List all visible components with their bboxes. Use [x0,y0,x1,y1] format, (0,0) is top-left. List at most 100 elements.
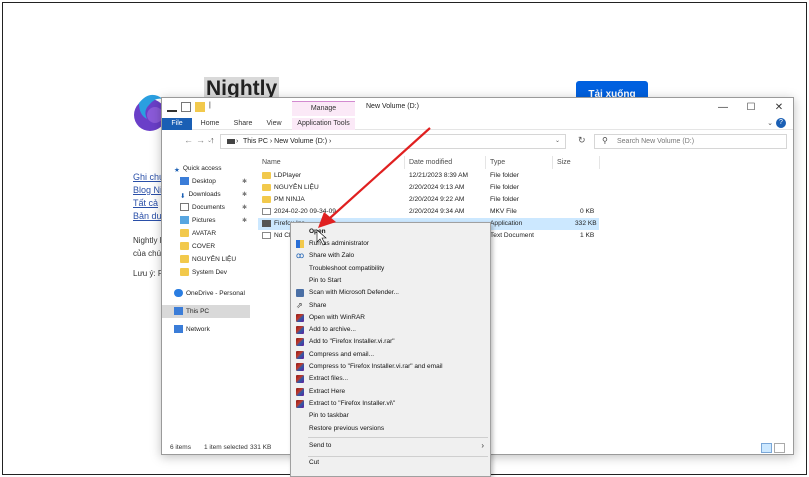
column-separator [485,156,486,169]
tab-home[interactable]: Home [197,118,223,130]
list-item[interactable]: 2024-02-20 09-34-09 2/20/2024 9:34 AM MK… [258,206,599,218]
column-size[interactable]: Size [557,156,571,169]
computer-icon [174,307,183,316]
column-date-modified[interactable]: Date modified [409,156,452,169]
nav-avatar[interactable]: AVATAR [180,227,216,240]
folder-icon [262,171,271,179]
nav-desktop[interactable]: Desktop [180,175,216,188]
winrar-icon [296,400,304,408]
cloud-icon [174,289,183,298]
list-item[interactable]: PM NINJA 2/20/2024 9:22 AM File folder [258,194,599,206]
winrar-icon [296,338,304,346]
shield-icon [296,240,304,248]
nav-nguyen-lieu[interactable]: NGUYÊN LIỆU [180,253,236,266]
folder-icon [180,242,189,251]
menu-item-pin-taskbar[interactable]: Pin to taskbar [291,410,490,422]
link-release-notes[interactable]: Ghi chú [133,172,164,182]
search-icon: ⚲ [602,136,608,145]
chevron-right-icon: › [481,441,484,450]
page-text-2: của chú [133,249,162,258]
menu-item-extract-files[interactable]: Extract files... [291,373,490,385]
tab-file[interactable]: File [162,118,192,130]
menu-item-restore-versions[interactable]: Restore previous versions [291,423,490,435]
title-bar: | Manage New Volume (D:) — ☐ ✕ [162,98,793,118]
winrar-icon [296,388,304,396]
address-bar[interactable]: › This PC › New Volume (D:) › [220,134,566,149]
nav-onedrive[interactable]: OneDrive - Personal [174,287,245,300]
context-menu: Open Run as administrator ꝏ Share with Za… [290,222,491,477]
up-icon[interactable]: ↑ [210,135,215,145]
application-icon [262,219,271,227]
menu-item-open[interactable]: Open [291,226,490,238]
manage-context-tab[interactable]: Manage [292,101,355,116]
text-file-icon [262,231,271,239]
link-builds[interactable]: Bản dụ [133,211,162,221]
page-text-1: Nightly l [133,236,162,245]
menu-item-add-archive[interactable]: Add to archive... [291,324,490,336]
view-toggles [761,443,785,453]
document-icon [180,203,189,212]
menu-item-cut[interactable]: Cut [291,457,490,469]
selection-count: 1 item selected [204,444,248,451]
maximize-button[interactable]: ☐ [737,98,765,118]
pin-icon: ✱ [242,192,248,198]
zalo-icon: ꝏ [296,251,305,260]
nav-cover[interactable]: COVER [180,240,215,253]
help-icon[interactable]: ? [776,118,786,128]
details-view-icon[interactable] [761,443,772,453]
folder-icon [180,229,189,238]
breadcrumb-this-pc[interactable]: This PC [243,138,268,145]
menu-item-extract-to[interactable]: Extract to "Firefox Installer.vi\" [291,398,490,410]
minimize-button[interactable]: — [709,98,737,118]
column-separator [599,156,600,169]
properties-icon[interactable] [181,102,191,112]
nav-this-pc[interactable]: This PC [162,305,250,318]
tab-share[interactable]: Share [230,118,256,130]
tab-view[interactable]: View [262,118,286,130]
new-folder-icon[interactable] [195,102,205,112]
breadcrumb-new-volume[interactable]: New Volume (D:) [274,138,327,145]
back-icon[interactable]: ← [184,135,193,145]
link-all[interactable]: Tất cả [133,198,158,208]
tab-application-tools[interactable]: Application Tools [292,118,355,130]
breadcrumb-sep-0: › [236,138,239,145]
menu-item-troubleshoot[interactable]: Troubleshoot compatibility [291,263,490,275]
app-icon [167,102,177,112]
menu-item-open-winrar[interactable]: Open with WinRAR [291,312,490,324]
page-text-3: Lưu ý: Fi [133,269,165,278]
list-item[interactable]: NGUYÊN LIỆU 2/20/2024 9:13 AM File folde… [258,182,599,194]
expand-ribbon-icon[interactable]: ⌄ [767,119,773,127]
dropdown-icon[interactable]: | [209,102,219,112]
nav-quick-access[interactable]: ★ Quick access [174,162,221,175]
video-file-icon [262,207,271,215]
pc-icon [227,139,235,144]
menu-item-extract-here[interactable]: Extract Here [291,386,490,398]
address-dropdown-icon[interactable]: ⌄ [555,137,560,144]
nav-downloads[interactable]: ⬇ Downloads [180,188,221,201]
search-input[interactable]: Search New Volume (D:) [594,134,787,149]
pin-icon: ✱ [242,205,248,211]
quick-access-toolbar: | [167,102,219,112]
large-icons-view-icon[interactable] [774,443,785,453]
nav-pictures[interactable]: Pictures [180,214,215,227]
menu-item-compress-rar-email[interactable]: Compress to "Firefox Installer.vi.rar" a… [291,361,490,373]
close-button[interactable]: ✕ [765,98,793,118]
list-item[interactable]: LDPlayer 12/21/2023 8:39 AM File folder [258,170,599,182]
menu-item-pin-start[interactable]: Pin to Start [291,275,490,287]
menu-item-run-as-admin[interactable]: Run as administrator [291,238,490,250]
nav-documents[interactable]: Documents [180,201,225,214]
menu-item-share-zalo[interactable]: ꝏ Share with Zalo [291,250,490,262]
column-type[interactable]: Type [490,156,505,169]
refresh-icon[interactable]: ↻ [578,135,586,146]
column-name[interactable]: Name [262,156,281,169]
menu-item-scan-defender[interactable]: Scan with Microsoft Defender... [291,287,490,299]
link-blog[interactable]: Blog Ni [133,185,162,195]
menu-item-send-to[interactable]: Send to › [291,440,490,452]
forward-icon[interactable]: → [196,135,205,145]
menu-item-add-to-rar[interactable]: Add to "Firefox Installer.vi.rar" [291,336,490,348]
nav-system-dev[interactable]: System Dev [180,266,227,279]
pin-icon: ✱ [242,218,248,224]
menu-item-share[interactable]: ⇗ Share [291,300,490,312]
menu-item-compress-email[interactable]: Compress and email... [291,349,490,361]
nav-network[interactable]: Network [174,323,210,336]
